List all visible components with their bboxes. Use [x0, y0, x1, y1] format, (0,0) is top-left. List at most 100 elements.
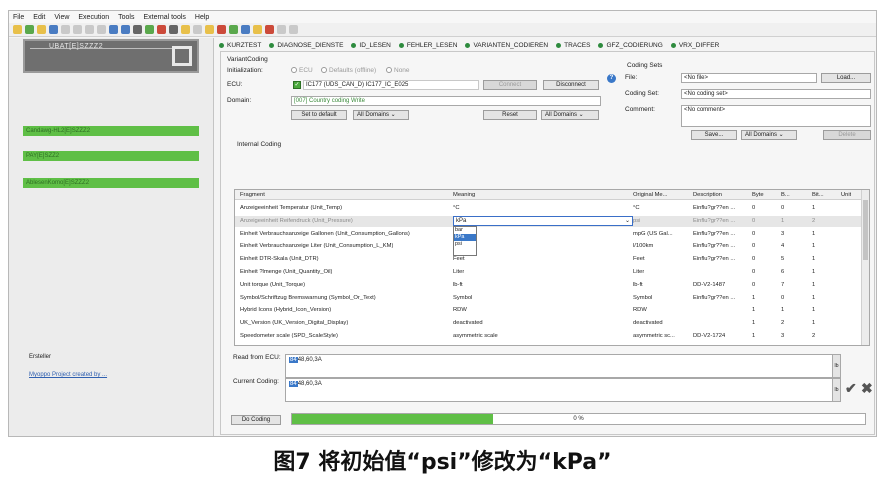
col-meaning[interactable]: Meaning	[453, 190, 475, 200]
meaning-dropdown[interactable]: kPa ⌄	[453, 216, 633, 226]
run-icon[interactable]	[145, 25, 154, 34]
delete-button[interactable]: Delete	[823, 130, 871, 140]
col-description[interactable]: Description	[693, 190, 722, 200]
application-window: File Edit View Execution Tools External …	[8, 10, 877, 437]
window-icon[interactable]	[121, 25, 130, 34]
settings-icon[interactable]	[181, 25, 190, 34]
radio-icon	[321, 67, 327, 73]
table-row[interactable]: Speedometer scale (SPD_ScaleStyle) asymme…	[235, 331, 869, 342]
scrollbar-thumb[interactable]	[863, 200, 868, 260]
record-icon[interactable]	[169, 25, 178, 34]
cell-original: asymmetric sc...	[633, 333, 675, 339]
ersteller-link[interactable]: Myoppo Project created by ...	[29, 372, 107, 378]
all-domains-dropdown-1[interactable]: All Domains ⌄	[353, 110, 409, 120]
table-row[interactable]: Einheit ?lmenge (Unit_Quantity_Oil) Liter…	[235, 267, 869, 278]
tab-kurztest[interactable]: KURZTEST	[219, 42, 261, 49]
menu-execution[interactable]: Execution	[78, 14, 109, 21]
do-coding-button[interactable]: Do Coding	[231, 415, 281, 425]
tab-traces[interactable]: TRACES	[556, 42, 590, 49]
cut-icon[interactable]	[61, 25, 70, 34]
table-scrollbar[interactable]	[861, 190, 869, 345]
col-original-meaning[interactable]: Original Me...	[633, 190, 667, 200]
cell-original: psi	[633, 217, 641, 224]
table-row[interactable]: Symbol/Schriftzug Bremswarnung (Symbol_O…	[235, 293, 869, 304]
open-folder-icon[interactable]	[13, 25, 22, 34]
current-coding-field[interactable]: 8448,60,3A Ib	[285, 378, 841, 402]
help-icon[interactable]: ?	[607, 74, 616, 83]
menu-help[interactable]: Help	[195, 14, 209, 21]
cell-byte: 0	[752, 269, 756, 275]
grid-icon[interactable]	[109, 25, 118, 34]
comment-field[interactable]: <No comment>	[681, 105, 871, 127]
tab-id-lesen[interactable]: ID_LESEN	[351, 42, 391, 49]
reset-button[interactable]: Reset	[483, 110, 537, 120]
chevron-down-icon: ⌄	[624, 218, 630, 224]
table-row[interactable]: UK_Version (UK_Version_Digital_Display) d…	[235, 318, 869, 329]
info-icon[interactable]	[277, 25, 286, 34]
paste-icon[interactable]	[85, 25, 94, 34]
tool-icon[interactable]	[265, 25, 274, 34]
options-icon[interactable]	[289, 25, 298, 34]
col-fragment[interactable]: Fragment	[240, 190, 265, 200]
confirm-check-icon[interactable]: ✔	[845, 380, 857, 397]
col-unit[interactable]: Unit	[841, 190, 851, 200]
read-from-ecu-field[interactable]: 8448,60,3A Ib	[285, 354, 841, 378]
col-bit-length[interactable]: Bit...	[812, 190, 824, 200]
read-scroll-handle[interactable]: Ib	[832, 355, 840, 377]
disconnect-button[interactable]: Disconnect	[543, 80, 599, 90]
cell-description: Einflu?gr??en ...	[693, 205, 736, 211]
radio-defaults[interactable]: Defaults (offline)	[321, 67, 376, 74]
table-row[interactable]: Einheit Verbrauchsanzeige Gallonen (Unit…	[235, 229, 869, 240]
ecu-field[interactable]: IC177 (UDS_CAN_D) IC177_IC_E025	[303, 80, 479, 90]
all-domains-dropdown-2[interactable]: All Domains ⌄	[541, 110, 599, 120]
cancel-x-icon[interactable]: ✖	[861, 380, 873, 397]
tab-vrx-differ[interactable]: VRX_DIFFER	[670, 42, 719, 49]
tab-status-icon	[219, 42, 224, 48]
radio-ecu[interactable]: ECU	[291, 67, 313, 74]
load-button[interactable]: Load...	[821, 73, 871, 83]
edit-icon[interactable]	[205, 25, 214, 34]
tab-fehler-lesen[interactable]: FEHLER_LESEN	[398, 42, 457, 49]
stop-icon[interactable]	[157, 25, 166, 34]
connect-button[interactable]: Connect	[483, 80, 537, 90]
tab-diagnose-dienste[interactable]: DIAGNOSE_DIENSTE	[269, 42, 343, 49]
set-default-button[interactable]: Set to default	[291, 110, 347, 120]
menu-view[interactable]: View	[54, 14, 69, 21]
delete-icon[interactable]	[97, 25, 106, 34]
table-row[interactable]: Einheit DTR-Skala (Unit_DTR) Feet Feet Einf…	[235, 254, 869, 265]
flag-icon[interactable]	[217, 25, 226, 34]
menu-edit[interactable]: Edit	[33, 14, 45, 21]
save-button[interactable]: Save...	[691, 130, 737, 140]
copy-icon[interactable]	[73, 25, 82, 34]
table-row[interactable]: Einheit Verbrauchsanzeige Liter (Unit_Co…	[235, 241, 869, 252]
tree-icon[interactable]	[229, 25, 238, 34]
col-bit-start[interactable]: B...	[781, 190, 790, 200]
cell-description: Einflu?gr??en ...	[693, 294, 736, 301]
coding-set-select[interactable]: <No coding set>	[681, 89, 871, 99]
table-row[interactable]: Hybrid Icons (Hybrid_Icon_Version) RDW RDW…	[235, 305, 869, 316]
menu-file[interactable]: File	[13, 14, 24, 21]
refresh-icon[interactable]	[193, 25, 202, 34]
tab-varianten-codieren[interactable]: VARIANTEN_CODIEREN	[465, 42, 548, 49]
monitor-icon[interactable]	[133, 25, 142, 34]
dropdown-option-psi[interactable]: psi	[454, 241, 476, 248]
radio-none[interactable]: None	[386, 67, 410, 74]
menu-tools[interactable]: Tools	[118, 14, 134, 21]
table-row[interactable]: Unit torque (Unit_Torque) lb-ft lb-ft DD-V2…	[235, 280, 869, 291]
all-domains-dropdown-3[interactable]: All Domains ⌄	[741, 130, 797, 140]
dropdown-option-kpa[interactable]: kPa	[454, 234, 476, 241]
menu-external-tools[interactable]: External tools	[143, 14, 185, 21]
save-as-icon[interactable]	[49, 25, 58, 34]
table-row[interactable]: Anzeigeeinheit Temperatur (Unit_Temp) °C °…	[235, 203, 869, 214]
tab-gfz-codierung[interactable]: GFZ_CODIERUNG	[598, 42, 663, 49]
dropdown-option-bar[interactable]: bar	[454, 227, 476, 234]
read-from-ecu-label: Read from ECU:	[233, 354, 281, 361]
save-icon[interactable]	[37, 25, 46, 34]
new-file-icon[interactable]	[25, 25, 34, 34]
key-icon[interactable]	[253, 25, 262, 34]
current-scroll-handle[interactable]: Ib	[832, 379, 840, 401]
domain-select[interactable]: [007] Country coding Write	[291, 96, 601, 106]
file-field[interactable]: <No file>	[681, 73, 817, 83]
col-byte[interactable]: Byte	[752, 190, 764, 200]
network-icon[interactable]	[241, 25, 250, 34]
